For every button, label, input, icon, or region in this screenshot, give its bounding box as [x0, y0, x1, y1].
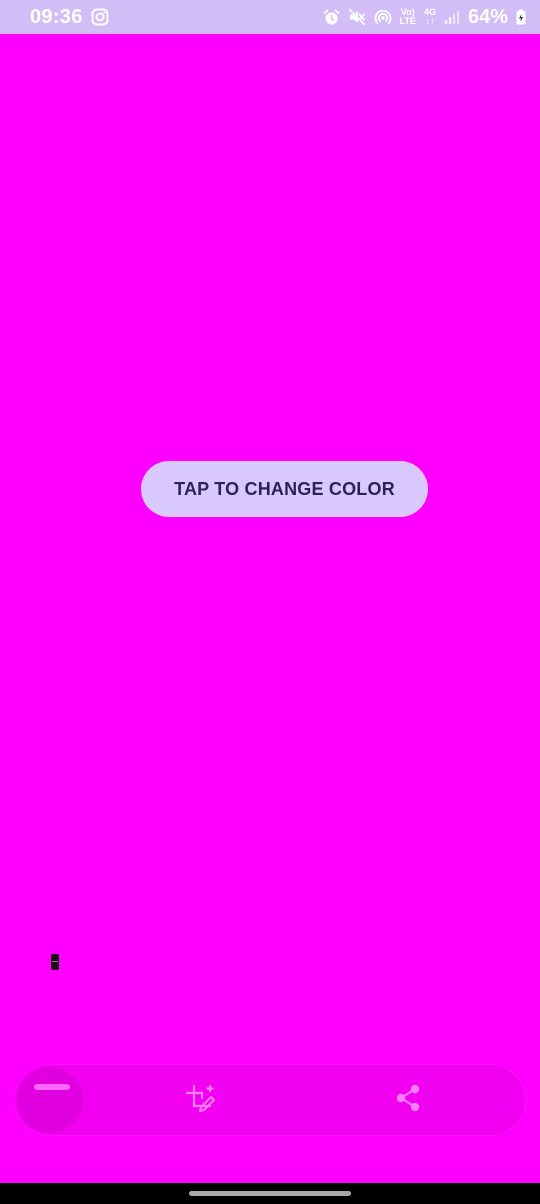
instagram-icon: [91, 8, 109, 26]
drag-handle-icon: [34, 1084, 70, 1090]
status-bar-right: Vo) LTE 4G ↓↑ 64%: [323, 6, 526, 29]
hotspot-icon: [374, 8, 392, 26]
signal-icon: [444, 9, 460, 25]
crop-edit-button[interactable]: [180, 1082, 220, 1122]
volte-icon: Vo) LTE: [400, 8, 416, 26]
share-icon: [393, 1083, 423, 1118]
change-color-button[interactable]: TAP TO CHANGE COLOR: [141, 461, 428, 517]
navigation-bar: [0, 1183, 540, 1204]
status-time: 09:36: [30, 5, 83, 28]
crop-edit-icon: [182, 1082, 218, 1123]
data-arrows-icon: ↓↑: [425, 16, 435, 26]
status-bar-left: 09:36: [30, 6, 109, 29]
share-button[interactable]: [390, 1082, 426, 1118]
network-4g-icon: 4G ↓↑: [424, 8, 436, 26]
small-marker: [51, 954, 59, 970]
floating-toolbar: [14, 1064, 526, 1136]
mute-icon: [348, 8, 366, 26]
home-indicator[interactable]: [189, 1191, 351, 1196]
alarm-icon: [323, 9, 340, 26]
toolbar-drag-handle[interactable]: [17, 1067, 83, 1133]
app-screen: 09:36 Vo) LTE 4G ↓↑ 64% TAP TO CHANGE CO…: [0, 0, 540, 1204]
battery-percent: 64%: [467, 5, 508, 28]
battery-icon: [516, 9, 526, 25]
volte-label-bottom: LTE: [399, 16, 416, 26]
status-bar: 09:36 Vo) LTE 4G ↓↑ 64%: [0, 0, 540, 34]
